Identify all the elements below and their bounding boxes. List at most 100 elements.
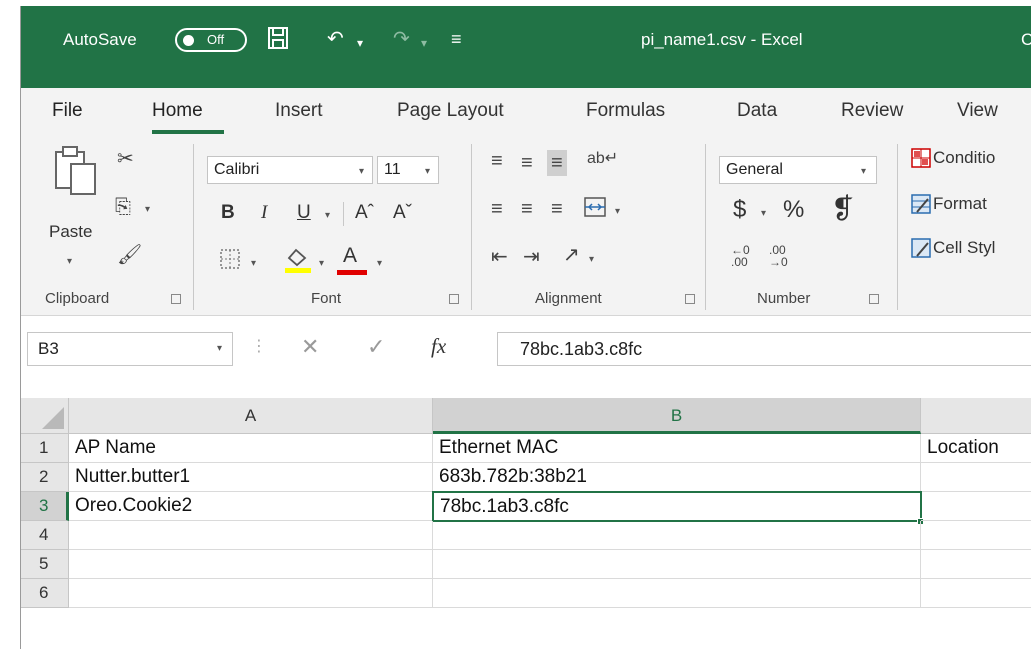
redo-dropdown-icon[interactable]: ▾	[421, 30, 427, 56]
currency-button[interactable]: $	[733, 196, 746, 224]
cancel-icon[interactable]: ✕	[301, 334, 319, 360]
paste-label[interactable]: Paste	[49, 222, 92, 242]
column-header-c[interactable]	[921, 398, 1031, 434]
italic-button[interactable]: I	[261, 202, 267, 224]
cell-a6[interactable]	[69, 579, 433, 608]
cell-b1[interactable]: Ethernet MAC	[433, 434, 921, 463]
redo-icon[interactable]: ↷	[393, 26, 410, 52]
alignment-launcher-icon[interactable]	[685, 294, 695, 304]
insert-function-icon[interactable]: fx	[431, 334, 446, 359]
save-icon[interactable]	[267, 26, 289, 57]
currency-dropdown-icon[interactable]: ▾	[761, 208, 766, 219]
decrease-indent-icon[interactable]: ⇤	[491, 246, 508, 268]
font-color-dropdown-icon[interactable]: ▾	[377, 258, 382, 269]
row-header-4[interactable]: 4	[21, 521, 69, 550]
formula-input[interactable]: 78bc.1ab3.c8fc	[497, 332, 1031, 366]
row-header-3[interactable]: 3	[21, 492, 69, 521]
grow-font-button[interactable]: Aˆ	[355, 202, 374, 224]
formula-bar-grip-icon[interactable]: ⋮	[251, 336, 267, 356]
font-name-dropdown[interactable]: Calibri	[207, 156, 373, 184]
borders-icon[interactable]	[219, 248, 241, 275]
wrap-text-icon[interactable]: ab↵	[587, 148, 618, 170]
name-box[interactable]: B3 ▾	[27, 332, 233, 366]
align-center-icon[interactable]: ≡	[521, 198, 533, 220]
increase-decimal-icon[interactable]: ←0.00	[731, 244, 750, 268]
name-box-caret-icon[interactable]: ▾	[217, 343, 222, 354]
format-as-table-icon[interactable]	[911, 194, 931, 219]
paste-icon[interactable]	[53, 144, 99, 209]
tab-home[interactable]: Home	[152, 100, 203, 122]
cell-a4[interactable]	[69, 521, 433, 550]
underline-button[interactable]: U	[297, 202, 311, 224]
tab-page-layout[interactable]: Page Layout	[397, 100, 504, 122]
number-format-dropdown[interactable]: General	[719, 156, 877, 184]
clipboard-launcher-icon[interactable]	[171, 294, 181, 304]
format-painter-icon[interactable]: 🖌	[117, 244, 142, 266]
row-header-2[interactable]: 2	[21, 463, 69, 492]
orientation-icon[interactable]: ↗	[563, 244, 580, 266]
conditional-formatting-button[interactable]: Conditio	[933, 148, 995, 168]
row-header-6[interactable]: 6	[21, 579, 69, 608]
cell-styles-icon[interactable]	[911, 238, 931, 263]
cut-icon[interactable]: ✂	[117, 148, 134, 170]
cell-a5[interactable]	[69, 550, 433, 579]
tab-data[interactable]: Data	[737, 100, 777, 122]
cell-a3[interactable]: Oreo.Cookie2	[69, 492, 433, 521]
cell-c1[interactable]: Location	[921, 434, 1031, 463]
tab-insert[interactable]: Insert	[275, 100, 323, 122]
font-launcher-icon[interactable]	[449, 294, 459, 304]
merge-center-icon[interactable]	[583, 196, 607, 223]
align-bottom-icon[interactable]: ≡	[547, 150, 567, 176]
cell-c3[interactable]	[921, 492, 1031, 521]
conditional-formatting-icon[interactable]	[911, 148, 931, 173]
shrink-font-button[interactable]: Aˇ	[393, 202, 412, 224]
undo-dropdown-icon[interactable]: ▾	[357, 30, 363, 56]
underline-dropdown-icon[interactable]: ▾	[325, 210, 330, 221]
column-header-b[interactable]: B	[433, 398, 921, 434]
copy-dropdown-icon[interactable]: ▾	[145, 204, 150, 215]
row-header-1[interactable]: 1	[21, 434, 69, 463]
select-all-button[interactable]	[21, 398, 69, 434]
number-launcher-icon[interactable]	[869, 294, 879, 304]
cell-c4[interactable]	[921, 521, 1031, 550]
undo-icon[interactable]: ↶	[327, 26, 344, 52]
copy-icon[interactable]: ⎘	[115, 196, 131, 218]
tab-review[interactable]: Review	[841, 100, 903, 122]
cell-c2[interactable]	[921, 463, 1031, 492]
autosave-toggle[interactable]: Off	[175, 28, 247, 52]
orientation-dropdown-icon[interactable]: ▾	[589, 254, 594, 265]
cell-a1[interactable]: AP Name	[69, 434, 433, 463]
tab-file[interactable]: File	[52, 100, 83, 122]
enter-icon[interactable]: ✓	[367, 334, 385, 360]
decrease-decimal-icon[interactable]: .00 →0	[769, 244, 788, 268]
borders-dropdown-icon[interactable]: ▾	[251, 258, 256, 269]
increase-indent-icon[interactable]: ⇥	[523, 246, 540, 268]
row-header-5[interactable]: 5	[21, 550, 69, 579]
align-middle-icon[interactable]: ≡	[521, 152, 533, 174]
merge-dropdown-icon[interactable]: ▾	[615, 206, 620, 217]
font-color-button[interactable]: A	[343, 244, 357, 268]
customize-qat-icon[interactable]: ≡	[451, 26, 462, 52]
cell-b5[interactable]	[433, 550, 921, 579]
percent-button[interactable]: %	[783, 196, 804, 224]
align-right-icon[interactable]: ≡	[551, 198, 563, 220]
fill-color-icon[interactable]	[283, 244, 313, 279]
cell-b2[interactable]: 683b.782b:38b21	[433, 463, 921, 492]
format-as-table-button[interactable]: Format	[933, 194, 987, 214]
cell-a2[interactable]: Nutter.butter1	[69, 463, 433, 492]
paste-dropdown-icon[interactable]: ▾	[67, 256, 72, 267]
tab-formulas[interactable]: Formulas	[586, 100, 665, 122]
cell-c6[interactable]	[921, 579, 1031, 608]
align-left-icon[interactable]: ≡	[491, 198, 503, 220]
cell-b6[interactable]	[433, 579, 921, 608]
align-top-icon[interactable]: ≡	[491, 150, 503, 172]
cell-c5[interactable]	[921, 550, 1031, 579]
tab-view[interactable]: View	[957, 100, 998, 122]
fill-color-dropdown-icon[interactable]: ▾	[319, 258, 324, 269]
bold-button[interactable]: B	[221, 202, 235, 224]
cell-b4[interactable]	[433, 521, 921, 550]
cell-styles-button[interactable]: Cell Styl	[933, 238, 995, 258]
column-header-a[interactable]: A	[69, 398, 433, 434]
comma-style-button[interactable]: ❡	[831, 192, 854, 225]
cell-b3-active[interactable]: 78bc.1ab3.c8fc	[432, 491, 922, 522]
